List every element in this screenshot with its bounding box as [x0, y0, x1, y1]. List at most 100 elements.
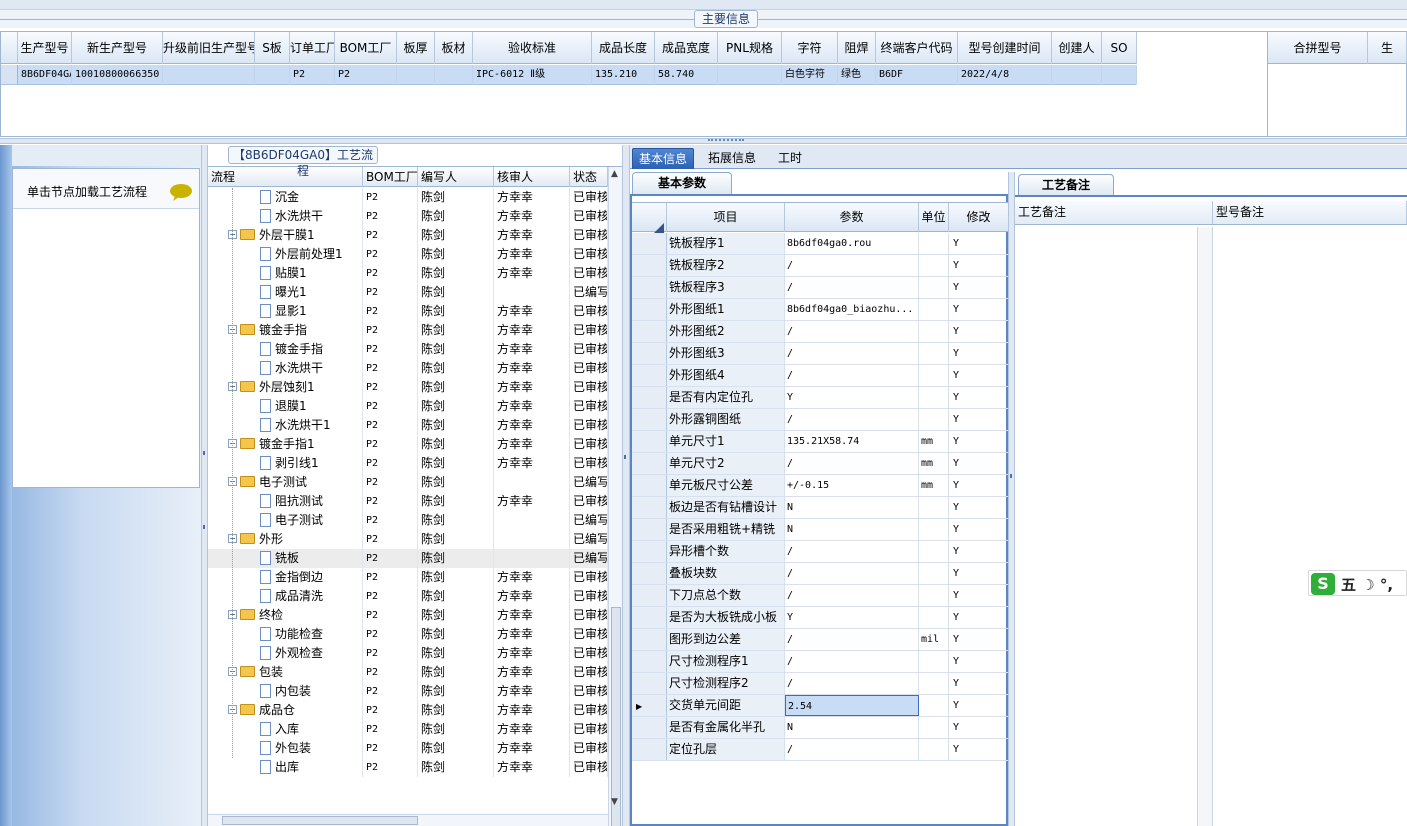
row-selector[interactable]: [632, 563, 667, 584]
craft-note-col-header[interactable]: 工艺备注: [1015, 201, 1213, 224]
param-row[interactable]: 板边是否有钻槽设计 N Y: [632, 497, 1009, 519]
param-value-cell[interactable]: 8b6df04ga0.rou: [785, 233, 919, 254]
param-row[interactable]: 是否为大板铣成小板 Y Y: [632, 607, 1009, 629]
tree-col-header[interactable]: 状态: [570, 167, 608, 187]
param-modify-cell[interactable]: Y: [949, 277, 1009, 298]
param-col-header[interactable]: 参数: [785, 203, 919, 232]
splitter-arrow-icon[interactable]: [1010, 474, 1014, 478]
main-col-header[interactable]: BOM工厂: [335, 32, 397, 64]
param-value-cell[interactable]: /: [785, 277, 919, 298]
param-modify-cell[interactable]: Y: [949, 453, 1009, 474]
param-row[interactable]: 外形图纸2/ Y: [632, 321, 1009, 343]
main-info-data-row[interactable]: 8B6DF04GA010010800066350 P2P2 IPC-6012 Ⅱ级1…: [1, 65, 1137, 85]
param-row[interactable]: 单元尺寸2/mm Y: [632, 453, 1009, 475]
horizontal-splitter[interactable]: [0, 138, 1407, 144]
main-col-header[interactable]: S板: [255, 32, 290, 64]
param-row[interactable]: 铣板程序3/ Y: [632, 277, 1009, 299]
param-value-cell[interactable]: /: [785, 541, 919, 562]
middle-vertical-splitter[interactable]: [622, 145, 630, 826]
param-modify-cell[interactable]: Y: [949, 497, 1009, 518]
param-modify-cell[interactable]: Y: [949, 321, 1009, 342]
tree-row[interactable]: 阻抗测试 P2 陈剑 方幸幸 已审核: [208, 492, 608, 511]
param-value-cell[interactable]: 8b6df04ga0_biaozhu...: [785, 299, 919, 320]
main-col-header[interactable]: 订单工厂: [290, 32, 335, 64]
main-col-header[interactable]: 型号创建时间: [958, 32, 1052, 64]
param-modify-cell[interactable]: Y: [949, 717, 1009, 738]
row-selector[interactable]: [632, 365, 667, 386]
tree-col-header[interactable]: 核审人: [494, 167, 570, 187]
param-modify-cell[interactable]: Y: [949, 387, 1009, 408]
main-cell[interactable]: [435, 65, 473, 85]
splitter-arrow-icon[interactable]: [203, 525, 207, 529]
tree-row[interactable]: 电子测试 P2 陈剑 已编写: [208, 511, 608, 530]
row-selector[interactable]: [632, 541, 667, 562]
tree-row[interactable]: 沉金 P2 陈剑 方幸幸 已审核: [208, 188, 608, 207]
param-value-cell[interactable]: /: [785, 365, 919, 386]
scroll-down-icon[interactable]: ▼: [611, 797, 618, 807]
param-row[interactable]: 单元尺寸1 135.21X58.74 mm Y: [632, 431, 1009, 453]
main-cell[interactable]: [163, 65, 255, 85]
row-selector[interactable]: [632, 475, 667, 496]
row-selector[interactable]: [632, 431, 667, 452]
param-value-cell[interactable]: /: [785, 651, 919, 672]
main-cell[interactable]: 10010800066350: [72, 65, 163, 85]
main-cell[interactable]: P2: [335, 65, 397, 85]
param-value-cell[interactable]: /: [785, 629, 919, 650]
param-col-header[interactable]: 修改: [949, 203, 1009, 232]
param-value-cell[interactable]: /: [785, 343, 919, 364]
param-row[interactable]: 定位孔层 / Y: [632, 739, 1009, 761]
tree-row[interactable]: − 外形 P2 陈剑 已编写: [208, 530, 608, 549]
tree-row[interactable]: 铣板 P2 陈剑 已编写: [208, 549, 608, 568]
param-row[interactable]: 是否采用粗铣+精铣 N Y: [632, 519, 1009, 541]
param-row[interactable]: 图形到边公差 / mil Y: [632, 629, 1009, 651]
param-value-cell[interactable]: /: [785, 563, 919, 584]
main-cell[interactable]: 58.740: [655, 65, 718, 85]
tree-row[interactable]: − 成品仓 P2 陈剑 方幸幸 已审核: [208, 701, 608, 720]
row-selector[interactable]: [632, 717, 667, 738]
main-info-grid[interactable]: 生产型号 新生产型号 升级前旧生产型号 S板 订单工厂 BOM工厂 板厚 板材 验收标准 成品长度…: [0, 31, 1268, 137]
ime-status[interactable]: 五 ☽ °,: [1341, 574, 1393, 595]
craft-note-col-header[interactable]: 型号备注: [1213, 201, 1407, 224]
row-selector[interactable]: [632, 409, 667, 430]
main-col-header[interactable]: 升级前旧生产型号: [163, 32, 255, 64]
param-value-cell[interactable]: /: [785, 409, 919, 430]
tree-horizontal-scrollbar[interactable]: [208, 814, 608, 826]
tree-col-header[interactable]: 编写人: [418, 167, 494, 187]
param-value-cell[interactable]: Y: [785, 387, 919, 408]
main-col-header[interactable]: 创建人: [1052, 32, 1102, 64]
main-cell[interactable]: 白色字符: [782, 65, 838, 85]
main-cell[interactable]: [718, 65, 782, 85]
param-modify-cell[interactable]: Y: [949, 673, 1009, 694]
row-selector[interactable]: [632, 497, 667, 518]
main-col-header[interactable]: 板厚: [397, 32, 435, 64]
node-card-header[interactable]: 单击节点加载工艺流程: [13, 169, 199, 209]
tree-vertical-scrollbar[interactable]: ▲ ▼: [608, 167, 622, 826]
main-cell[interactable]: [397, 65, 435, 85]
param-row[interactable]: 异形槽个数 / Y: [632, 541, 1009, 563]
main-cell[interactable]: [255, 65, 290, 85]
param-col-header[interactable]: 单位: [919, 203, 949, 232]
left-collapsed-tab[interactable]: [0, 145, 12, 826]
row-selector[interactable]: [632, 233, 667, 254]
main-col-header[interactable]: 验收标准: [473, 32, 592, 64]
tree-row[interactable]: 金指倒边 P2 陈剑 方幸幸 已审核: [208, 568, 608, 587]
param-row[interactable]: 叠板块数 / Y: [632, 563, 1009, 585]
main-cell[interactable]: [1102, 65, 1137, 85]
param-modify-cell[interactable]: Y: [949, 343, 1009, 364]
main-cell[interactable]: B6DF: [876, 65, 958, 85]
main-cell[interactable]: IPC-6012 Ⅱ级: [473, 65, 592, 85]
main-cell[interactable]: 8B6DF04GA0: [18, 65, 72, 85]
param-value-cell[interactable]: /: [785, 739, 919, 760]
param-row[interactable]: 是否有金属化半孔 N Y: [632, 717, 1009, 739]
param-col-header[interactable]: 项目: [667, 203, 785, 232]
tree-row[interactable]: − 镀金手指 P2 陈剑 方幸幸 已审核: [208, 321, 608, 340]
row-selector[interactable]: [632, 585, 667, 606]
row-selector[interactable]: [632, 519, 667, 540]
splitter-arrow-icon[interactable]: [203, 451, 207, 455]
param-row[interactable]: 铣板程序2/ Y: [632, 255, 1009, 277]
row-selector[interactable]: [1, 65, 18, 84]
row-selector[interactable]: [632, 739, 667, 760]
tree-row[interactable]: 外层前处理1 P2 陈剑 方幸幸 已审核: [208, 245, 608, 264]
tree-row[interactable]: − 包装 P2 陈剑 方幸幸 已审核: [208, 663, 608, 682]
main-col-header[interactable]: 生产型号: [18, 32, 72, 64]
